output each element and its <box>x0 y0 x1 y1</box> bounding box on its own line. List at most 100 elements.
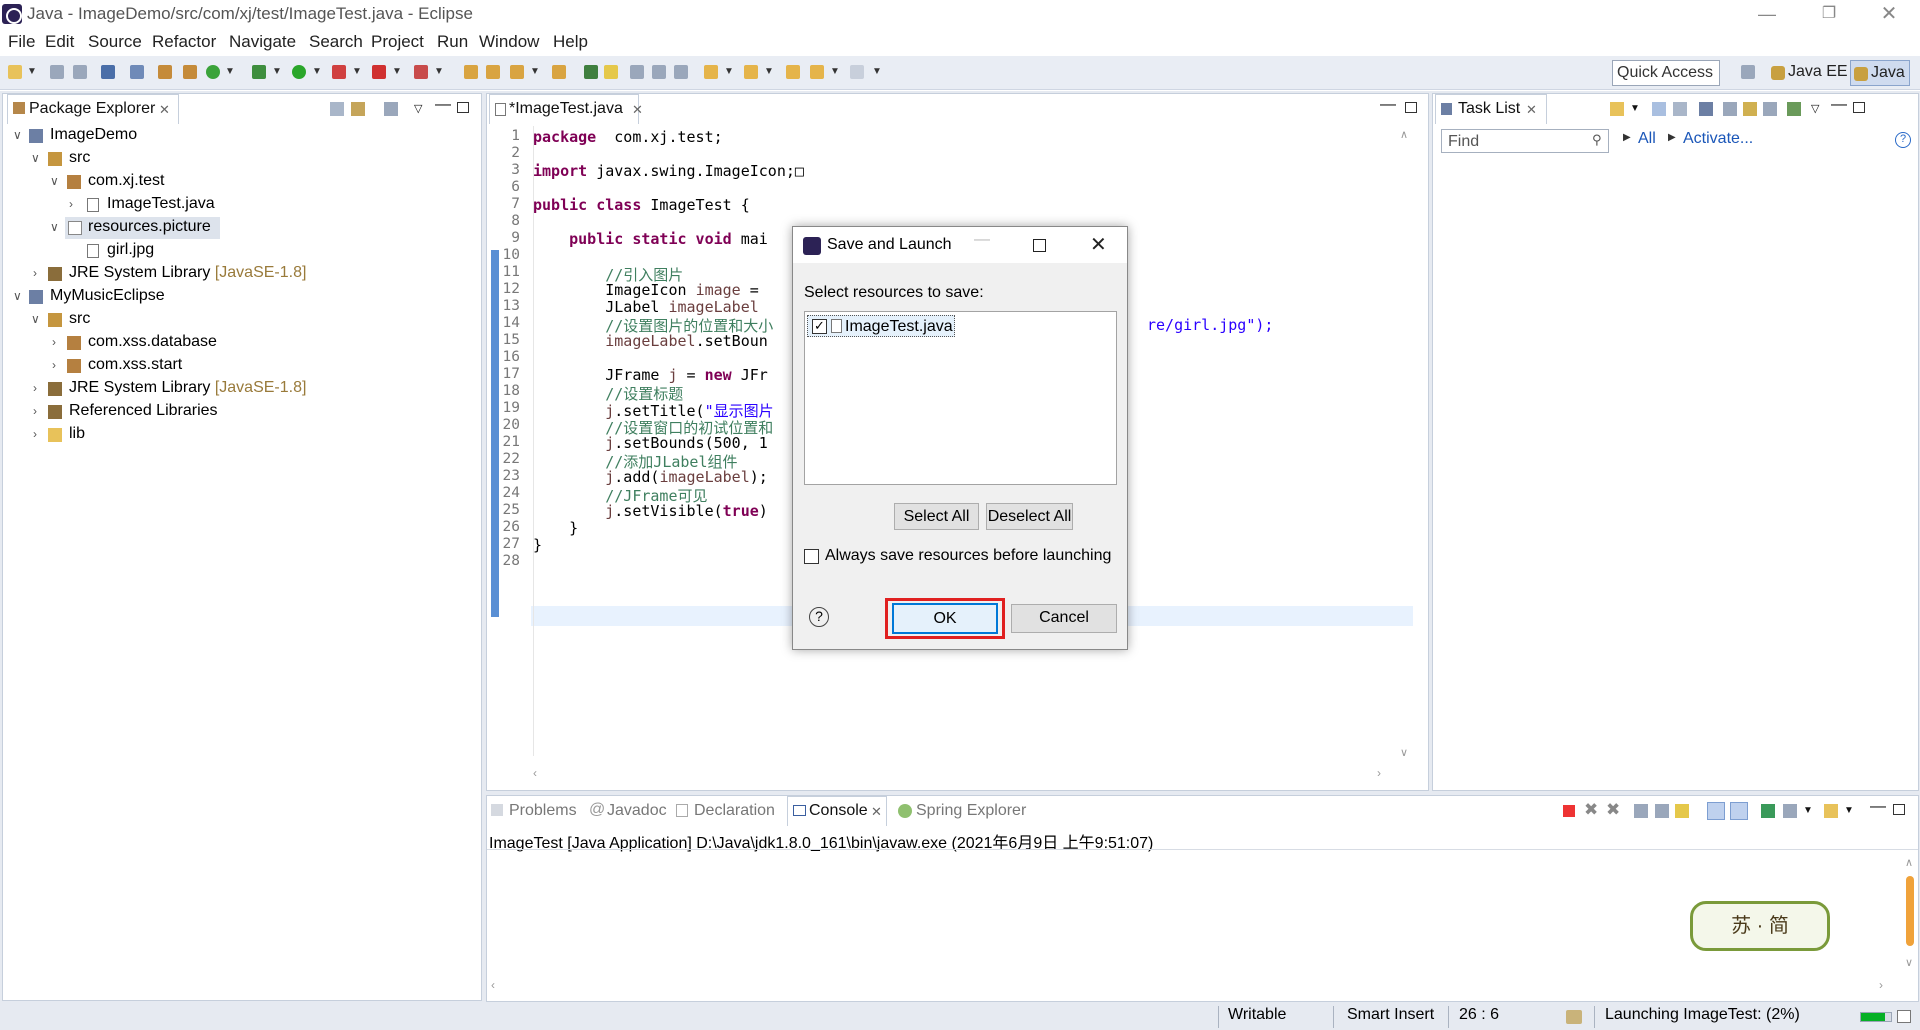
prev-annotation-icon[interactable] <box>744 65 758 79</box>
tree-item-resources-picture[interactable]: ∨ resources.picture <box>50 217 220 239</box>
chevron-down-icon[interactable]: ▼ <box>1630 103 1640 114</box>
close-tab-icon[interactable]: ✕ <box>632 102 643 118</box>
menu-source[interactable]: Source <box>88 32 142 52</box>
menu-refactor[interactable]: Refactor <box>152 32 216 52</box>
new-server-icon[interactable] <box>206 65 220 79</box>
progress-icon[interactable] <box>1566 1010 1582 1024</box>
save-icon[interactable] <box>50 65 64 79</box>
collapse-all-icon[interactable] <box>330 102 344 116</box>
view-menu-icon[interactable]: ▽ <box>414 102 422 115</box>
skip-breakpoints-icon[interactable] <box>130 65 144 79</box>
debug-icon[interactable] <box>252 65 266 79</box>
always-save-checkbox[interactable] <box>804 549 819 564</box>
scroll-right-icon[interactable]: › <box>1377 766 1381 780</box>
close-tab-icon[interactable]: ✕ <box>159 102 170 118</box>
chevron-right-icon[interactable]: › <box>33 266 37 280</box>
close-window-button[interactable]: ✕ <box>1866 0 1912 28</box>
find-input[interactable]: Find ⚲ <box>1441 129 1609 153</box>
activate-link[interactable]: Activate... <box>1683 130 1753 148</box>
coverage-icon[interactable] <box>332 65 346 79</box>
minimize-view-icon[interactable]: — <box>1831 96 1847 114</box>
tab-problems[interactable]: Problems <box>509 802 577 820</box>
last-edit-icon[interactable] <box>786 65 800 79</box>
scroll-up-icon[interactable]: ∧ <box>1905 856 1913 869</box>
chevron-down-icon[interactable]: ∨ <box>31 312 40 326</box>
external-tools-icon[interactable] <box>414 65 428 79</box>
open-console-icon[interactable] <box>1824 804 1838 818</box>
chevron-right-icon[interactable]: › <box>33 404 37 418</box>
open-perspective-icon[interactable] <box>1741 65 1755 79</box>
next-annotation-icon[interactable] <box>704 65 718 79</box>
focus-icon[interactable] <box>384 102 398 116</box>
tab-javadoc[interactable]: Javadoc <box>607 802 667 820</box>
open-folder-icon[interactable] <box>486 65 500 79</box>
console-vscrollbar[interactable]: ∧ ∨ <box>1904 856 1916 976</box>
cancel-button[interactable]: Cancel <box>1011 604 1117 633</box>
dialog-close-button[interactable]: ✕ <box>1090 232 1107 257</box>
all-link[interactable]: All <box>1638 130 1656 148</box>
chevron-down-icon[interactable]: ∨ <box>50 220 59 234</box>
remove-all-icon[interactable]: ✖ <box>1606 800 1620 820</box>
console-scroll-thumb[interactable] <box>1906 876 1914 946</box>
tab-spring-explorer[interactable]: Spring Explorer <box>916 802 1026 820</box>
scroll-right-icon[interactable]: › <box>1879 978 1883 992</box>
list-item[interactable]: ✓ ImageTest.java <box>807 315 955 337</box>
clear-console-icon[interactable] <box>1634 804 1648 818</box>
restore-button[interactable]: ❐ <box>1806 0 1852 28</box>
checked-checkbox[interactable]: ✓ <box>812 319 827 334</box>
search-icon[interactable]: ⚲ <box>1592 132 1602 148</box>
close-tab-icon[interactable]: ✕ <box>1526 102 1537 118</box>
forward-icon[interactable] <box>850 65 864 79</box>
focus-workweek-icon[interactable] <box>1699 102 1713 116</box>
help-icon[interactable]: ? <box>809 607 829 627</box>
maximize-view-icon[interactable] <box>1893 804 1905 815</box>
collapse-all-icon[interactable] <box>1763 102 1777 116</box>
sync-icon[interactable] <box>1743 102 1757 116</box>
show-stdout-icon[interactable] <box>1707 802 1725 820</box>
close-tab-icon[interactable]: ✕ <box>871 804 882 820</box>
menu-window[interactable]: Window <box>479 32 539 52</box>
ok-button[interactable]: OK <box>892 603 998 634</box>
open-task-icon[interactable] <box>552 65 566 79</box>
display-console-icon[interactable] <box>1783 804 1797 818</box>
chevron-down-icon[interactable]: ▼ <box>1844 805 1854 816</box>
scroll-lock-icon[interactable] <box>1655 804 1669 818</box>
resources-list[interactable]: ✓ ImageTest.java <box>804 311 1117 485</box>
chevron-down-icon[interactable]: ∨ <box>13 128 22 142</box>
scroll-down-icon[interactable]: ∨ <box>1905 956 1913 969</box>
select-all-button[interactable]: Select All <box>894 503 979 530</box>
chevron-down-icon[interactable]: ∨ <box>13 289 22 303</box>
menu-project[interactable]: Project <box>371 32 424 52</box>
chevron-right-icon[interactable]: › <box>52 358 56 372</box>
search-icon[interactable] <box>510 65 524 79</box>
link-editor-icon[interactable] <box>1787 102 1801 116</box>
categorized-icon[interactable] <box>1652 102 1666 116</box>
scroll-left-icon[interactable]: ‹ <box>491 978 495 992</box>
maximize-view-icon[interactable] <box>1405 102 1417 113</box>
deselect-all-button[interactable]: Deselect All <box>986 503 1073 530</box>
chevron-down-icon[interactable]: ∨ <box>31 151 40 165</box>
menu-help[interactable]: Help <box>553 32 588 52</box>
chevron-right-icon[interactable]: › <box>33 381 37 395</box>
hide-completed-icon[interactable] <box>1723 102 1737 116</box>
quick-access-input[interactable]: Quick Access <box>1612 60 1720 86</box>
maximize-view-icon[interactable] <box>1853 102 1865 113</box>
terminate-icon[interactable] <box>1563 805 1575 817</box>
pin-console-icon[interactable] <box>1761 804 1775 818</box>
run-icon[interactable] <box>292 65 306 79</box>
menu-navigate[interactable]: Navigate <box>229 32 296 52</box>
scroll-up-icon[interactable]: ∧ <box>1400 128 1408 141</box>
scroll-down-icon[interactable]: ∨ <box>1400 746 1408 759</box>
menu-file[interactable]: File <box>8 32 35 52</box>
block-selection-icon[interactable] <box>630 65 644 79</box>
menu-edit[interactable]: Edit <box>45 32 74 52</box>
help-icon[interactable]: ? <box>1895 132 1911 148</box>
scroll-left-icon[interactable]: ‹ <box>533 766 537 780</box>
dialog-minimize-button[interactable]: — <box>974 231 990 249</box>
progress-view-icon[interactable] <box>1897 1010 1911 1023</box>
word-wrap-icon[interactable] <box>652 65 666 79</box>
chevron-down-icon[interactable]: ▼ <box>1803 805 1813 816</box>
word-wrap-icon[interactable] <box>1675 804 1689 818</box>
new-task-icon[interactable] <box>1610 102 1624 116</box>
show-whitespace-icon[interactable] <box>674 65 688 79</box>
